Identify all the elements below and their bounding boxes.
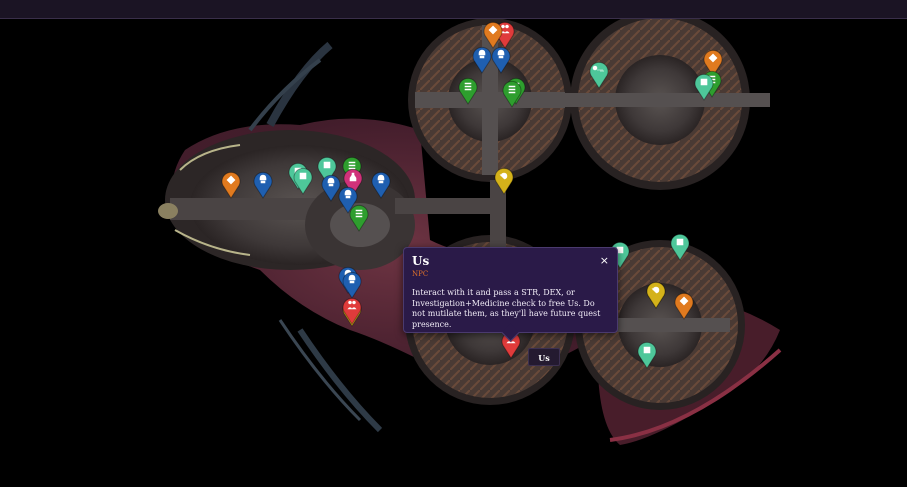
skull-icon (478, 49, 486, 59)
info-popup: Us NPC Interact with it and pass a STR, … (403, 247, 618, 342)
skull-icon (344, 189, 352, 199)
quest-icon (348, 161, 356, 170)
box-icon (700, 78, 708, 86)
quest-icon (464, 82, 472, 91)
skull-icon (327, 177, 335, 187)
skull-icon (259, 174, 267, 184)
skull-icon (348, 274, 356, 284)
marker-tooltip: Us (528, 348, 560, 366)
close-icon[interactable]: × (600, 254, 609, 268)
quest-icon (355, 209, 363, 218)
popup-category: NPC (412, 270, 429, 278)
box-icon (323, 161, 331, 169)
box-icon (676, 238, 684, 246)
box-icon (643, 346, 651, 354)
skull-icon (377, 174, 385, 184)
popup-title: Us (412, 254, 430, 268)
box-icon (299, 172, 307, 180)
top-bar (0, 0, 907, 19)
quest-icon (508, 85, 516, 94)
skull-icon (497, 49, 505, 59)
